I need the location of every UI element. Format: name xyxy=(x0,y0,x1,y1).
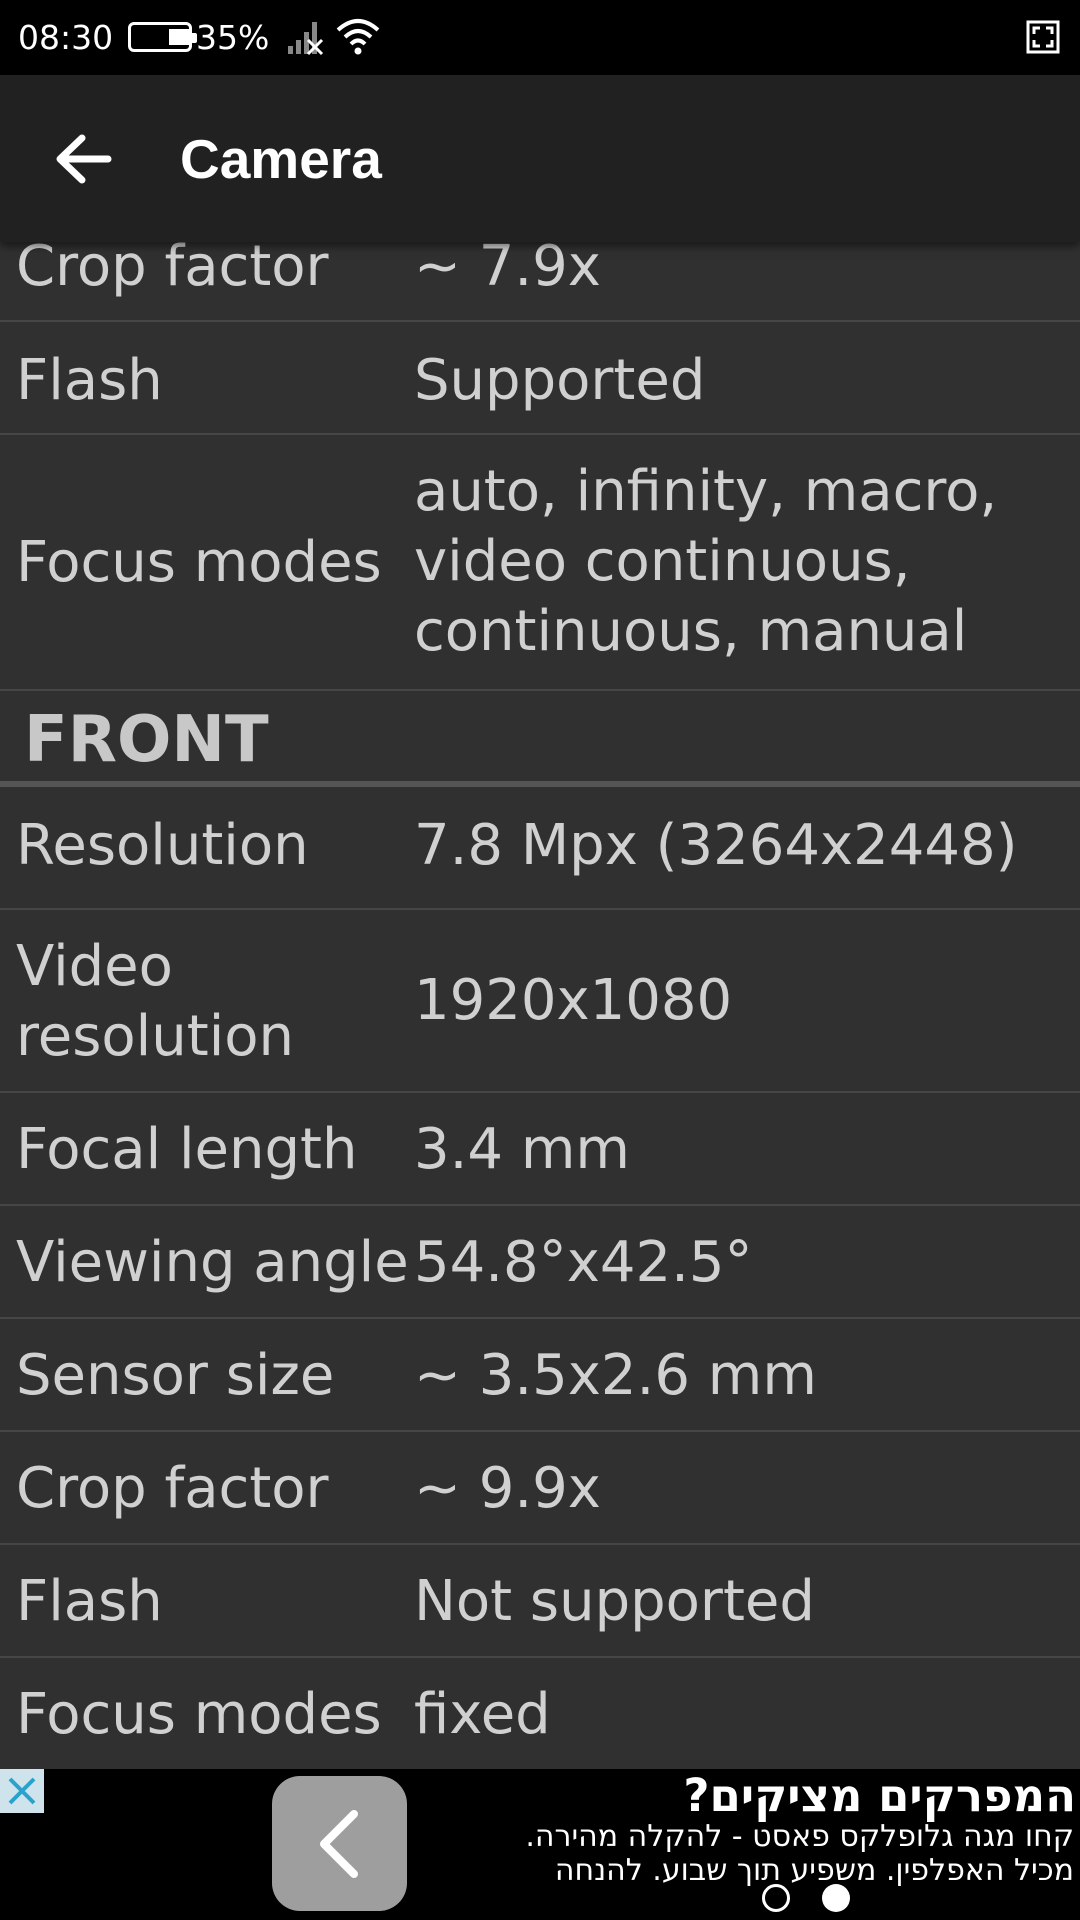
page-title: Camera xyxy=(180,128,382,190)
spec-value: fixed xyxy=(414,1682,551,1747)
status-bar: 08:30 35% xyxy=(0,0,1080,75)
battery-percent: 35% xyxy=(196,18,270,57)
spec-row: Flash Supported xyxy=(0,322,1080,435)
spec-row: Crop factor ~ 9.9x xyxy=(0,1432,1080,1545)
spec-value: auto, infinity, macro, video continuous,… xyxy=(414,459,998,664)
status-time: 08:30 xyxy=(18,18,114,57)
wifi-icon xyxy=(336,19,380,55)
spec-label: Flash xyxy=(16,1569,163,1634)
battery-icon xyxy=(128,22,197,52)
ad-text-line: קחו מגה גלופלקס פאסט - להקלה מהירה. xyxy=(525,1819,1074,1854)
spec-row: Sensor size ~ 3.5x2.6 mm xyxy=(0,1319,1080,1432)
ad-text-line: מכיל האפלפין. משפיע תוך שבוע. להנחה xyxy=(554,1853,1074,1888)
spec-value: 54.8°x42.5° xyxy=(414,1230,753,1295)
arrow-left-icon[interactable] xyxy=(48,124,118,194)
spec-value: ~ 9.9x xyxy=(414,1456,601,1521)
chevron-left-icon xyxy=(320,1810,358,1878)
spec-value: ~ 3.5x2.6 mm xyxy=(414,1343,817,1408)
spec-row: Resolution 7.8 Mpx (3264x2448) xyxy=(0,787,1080,910)
spec-row: Viewing angle 54.8°x42.5° xyxy=(0,1206,1080,1319)
section-header-front: FRONT xyxy=(0,691,1080,787)
spec-label: Crop factor xyxy=(16,1456,329,1521)
signal-icon xyxy=(288,22,324,56)
ad-page-dot-active[interactable] xyxy=(822,1884,850,1912)
spec-label: Focus modes xyxy=(16,530,382,595)
spec-label: Focus modes xyxy=(16,1682,382,1747)
spec-label: Sensor size xyxy=(16,1343,335,1408)
spec-value: 3.4 mm xyxy=(414,1117,630,1182)
spec-row: Flash Not supported xyxy=(0,1545,1080,1658)
spec-label: Focal length xyxy=(16,1117,358,1182)
fullscreen-icon[interactable] xyxy=(1026,20,1060,54)
close-icon[interactable] xyxy=(0,1769,44,1813)
spec-value: 7.8 Mpx (3264x2448) xyxy=(414,813,1018,878)
spec-label: Viewing angle xyxy=(16,1230,409,1295)
spec-value: Not supported xyxy=(414,1569,815,1634)
spec-label: Crop factor xyxy=(16,242,329,299)
spec-row: Crop factor ~ 7.9x xyxy=(0,242,1080,322)
spec-row: Focus modes auto, infinity, macro, video… xyxy=(0,435,1080,691)
app-bar: Camera xyxy=(0,75,1080,242)
spec-value: Supported xyxy=(414,348,706,413)
spec-label: Resolution xyxy=(16,813,309,878)
spec-label: Flash xyxy=(16,348,163,413)
spec-row: Video resolution 1920x1080 xyxy=(0,910,1080,1093)
spec-value: 1920x1080 xyxy=(414,968,733,1033)
spec-row: Focus modes fixed xyxy=(0,1658,1080,1769)
ad-banner[interactable]: המפרקים מציקים? קחו מגה גלופלקס פאסט - ל… xyxy=(0,1769,1080,1920)
spec-value: ~ 7.9x xyxy=(414,242,601,299)
ad-back-button[interactable] xyxy=(272,1776,407,1911)
spec-label: Video resolution xyxy=(16,934,295,1069)
camera-spec-list[interactable]: Crop factor ~ 7.9x Flash Supported Focus… xyxy=(0,242,1080,1769)
ad-title: המפרקים מציקים? xyxy=(683,1769,1076,1822)
ad-page-dot[interactable] xyxy=(762,1884,790,1912)
spec-row: Focal length 3.4 mm xyxy=(0,1093,1080,1206)
section-title: FRONT xyxy=(24,703,269,777)
